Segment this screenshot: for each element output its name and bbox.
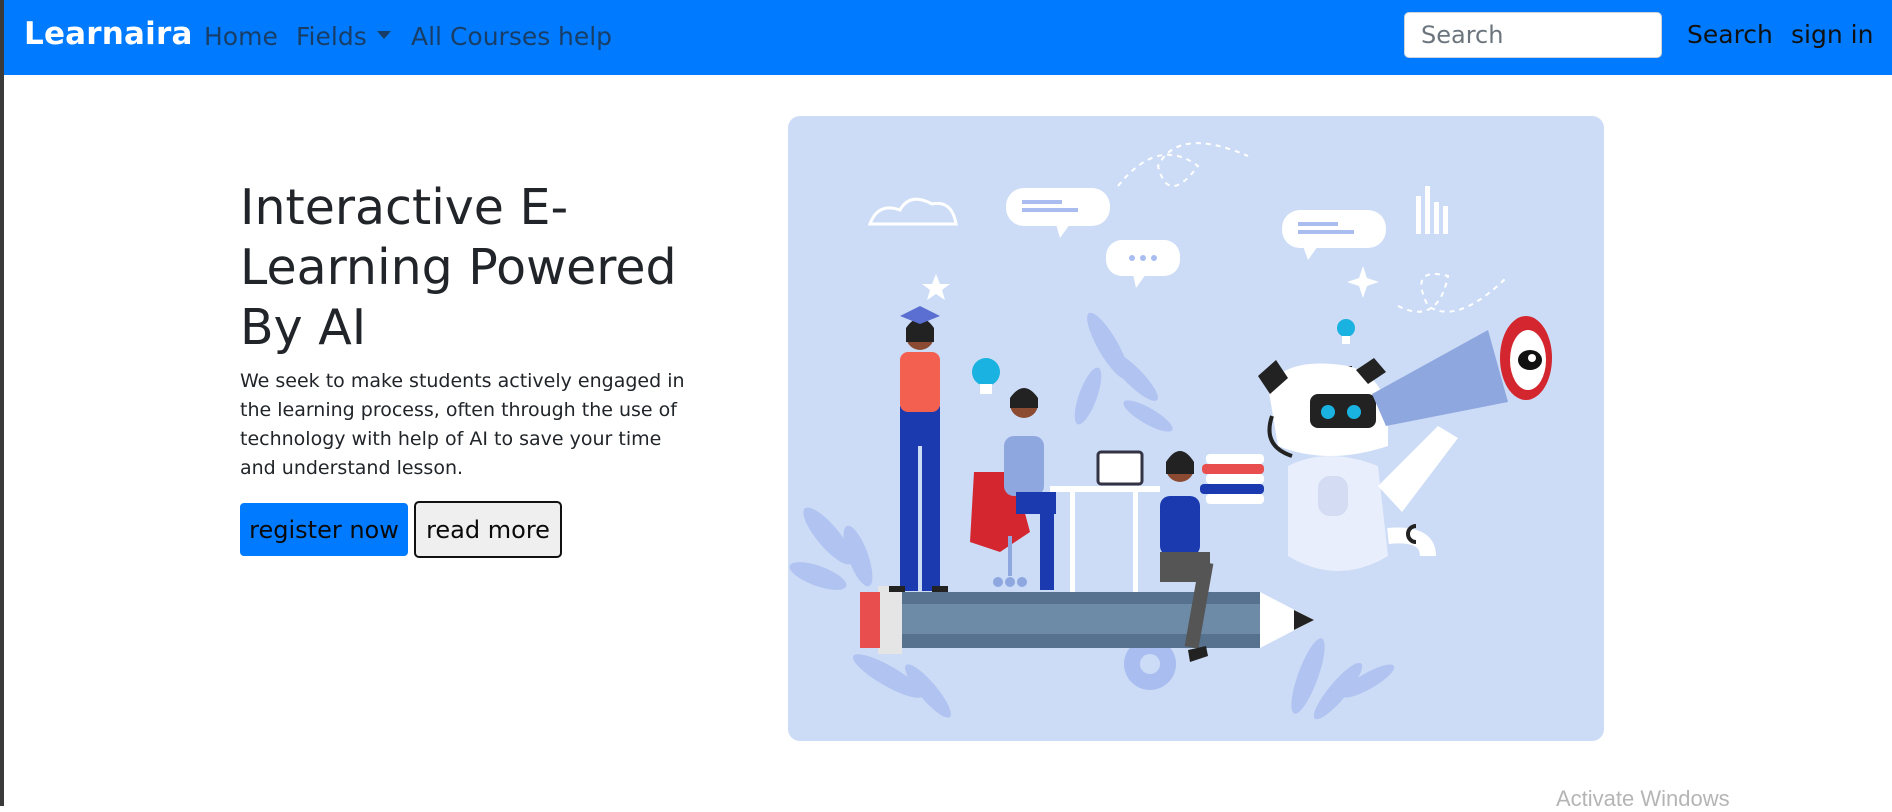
laptop-icon [1096, 450, 1144, 486]
books-icon [1200, 454, 1264, 504]
register-now-button[interactable]: register now [240, 503, 408, 556]
nav-all-courses-link[interactable]: All Courses [411, 22, 550, 51]
message-bubble-icon [1282, 210, 1386, 260]
hero-title: Interactive E-Learning Powered By AI [240, 179, 677, 356]
nav-help-link[interactable]: help [558, 22, 612, 51]
telescope-icon [1372, 316, 1552, 426]
sign-in-button[interactable]: sign in [1791, 20, 1873, 49]
chevron-down-icon [376, 31, 391, 39]
pencil-icon [860, 586, 1314, 654]
top-navbar: Learnaira Home Fields All Courses help S… [4, 0, 1892, 75]
nav-fields-dropdown[interactable]: Fields [296, 22, 391, 51]
bar-chart-icon [1416, 186, 1448, 234]
search-input[interactable] [1404, 12, 1662, 58]
read-more-button[interactable]: read more [414, 501, 562, 558]
student-at-desk-figure [970, 388, 1160, 592]
lightbulb-icon [1337, 319, 1355, 344]
speech-bubble-icon [1006, 188, 1110, 238]
search-button[interactable]: Search [1687, 20, 1773, 49]
windows-activation-watermark: Activate Windows [1556, 786, 1730, 811]
cloud-icon [867, 197, 958, 226]
nav-home-link[interactable]: Home [204, 22, 278, 51]
graduation-cap-icon [900, 306, 940, 324]
star-icon [922, 274, 950, 300]
hero-description: We seek to make students actively engage… [240, 370, 685, 479]
e-learning-ai-illustration [789, 142, 1552, 720]
nav-fields-label: Fields [296, 22, 367, 51]
brand-logo[interactable]: Learnaira [24, 16, 193, 52]
sparkle-icon [1347, 266, 1379, 298]
hero-illustration [788, 116, 1604, 741]
chat-bubble-icon [1106, 240, 1180, 288]
student-figure [889, 306, 948, 592]
lightbulb-icon [972, 358, 1000, 394]
